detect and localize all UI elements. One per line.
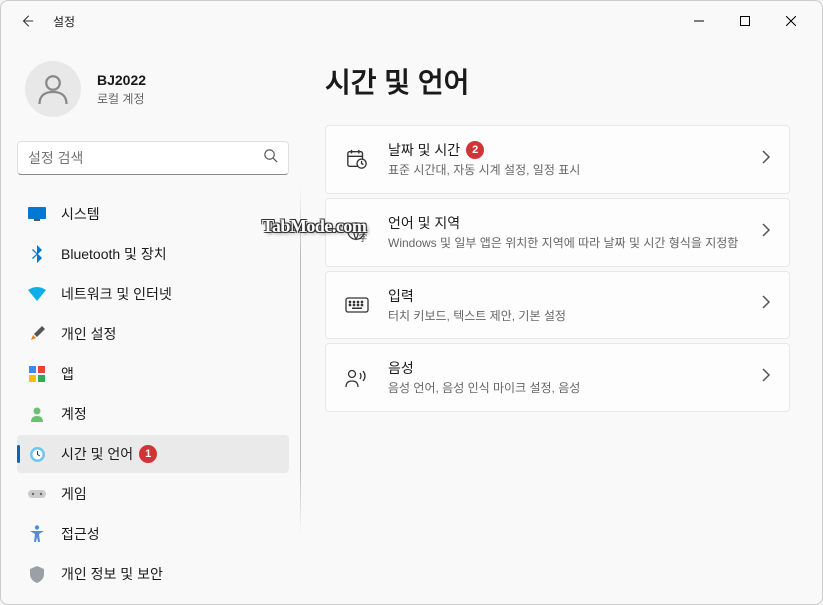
close-icon (786, 16, 796, 26)
back-button[interactable] (9, 3, 45, 39)
nav-item-time-language[interactable]: 시간 및 언어 1 (17, 435, 289, 473)
bluetooth-icon (27, 244, 47, 264)
card-desc: 표준 시간대, 자동 시계 설정, 일정 표시 (388, 162, 749, 179)
nav-label: 네트워크 및 인터넷 (61, 284, 172, 304)
nav-label: Bluetooth 및 장치 (61, 244, 167, 264)
card-language-region[interactable]: 字 언어 및 지역 Windows 및 일부 앱은 위치한 지역에 따라 날짜 … (325, 198, 790, 267)
nav-label: 개인 설정 (61, 324, 116, 344)
nav-label: 개인 정보 및 보안 (61, 564, 163, 584)
speech-icon (344, 368, 370, 388)
badge-red: 1 (139, 445, 157, 463)
nav-item-gaming[interactable]: 게임 (17, 475, 289, 513)
person-icon (35, 71, 71, 107)
nav-label: 계정 (61, 404, 87, 424)
date-time-icon (344, 148, 370, 170)
chevron-right-icon (761, 368, 771, 387)
nav-label: 게임 (61, 484, 87, 504)
accessibility-icon (27, 524, 47, 544)
nav-list: 시스템 Bluetooth 및 장치 네트워크 및 인터넷 개인 설정 앱 (17, 195, 289, 593)
nav-item-system[interactable]: 시스템 (17, 195, 289, 233)
app-title: 설정 (53, 13, 75, 30)
nav-item-network[interactable]: 네트워크 및 인터넷 (17, 275, 289, 313)
chevron-right-icon (761, 150, 771, 169)
nav-item-privacy[interactable]: 개인 정보 및 보안 (17, 555, 289, 593)
chevron-right-icon (761, 295, 771, 314)
user-account-type: 로컬 계정 (97, 90, 146, 107)
nav-item-apps[interactable]: 앱 (17, 355, 289, 393)
nav-item-bluetooth[interactable]: Bluetooth 및 장치 (17, 235, 289, 273)
card-typing[interactable]: 입력 터치 키보드, 텍스트 제안, 기본 설정 (325, 271, 790, 340)
card-title: 날짜 및 시간 (388, 140, 460, 160)
nav-label: 시간 및 언어 (61, 444, 133, 464)
avatar (25, 61, 81, 117)
nav-item-accessibility[interactable]: 접근성 (17, 515, 289, 553)
card-desc: 음성 언어, 음성 인식 마이크 설정, 음성 (388, 380, 749, 397)
main-content: 시간 및 언어 날짜 및 시간 2 표준 시간대, 자동 시계 설정, 일정 표… (301, 41, 822, 604)
svg-text:字: 字 (359, 233, 367, 243)
card-date-time[interactable]: 날짜 및 시간 2 표준 시간대, 자동 시계 설정, 일정 표시 (325, 125, 790, 194)
apps-icon (27, 364, 47, 384)
card-title: 음성 (388, 358, 749, 378)
sidebar-divider (300, 186, 301, 536)
search-icon (263, 148, 278, 168)
card-desc: Windows 및 일부 앱은 위치한 지역에 따라 날짜 및 시간 형식을 지… (388, 235, 749, 252)
wifi-icon (27, 284, 47, 304)
card-desc: 터치 키보드, 텍스트 제안, 기본 설정 (388, 308, 749, 325)
minimize-icon (694, 16, 704, 26)
user-block[interactable]: BJ2022 로컬 계정 (17, 41, 289, 141)
badge-red: 2 (466, 141, 484, 159)
chevron-right-icon (761, 223, 771, 242)
globe-language-icon: 字 (344, 221, 370, 243)
user-name: BJ2022 (97, 72, 146, 88)
nav-label: 시스템 (61, 204, 100, 224)
nav-label: 접근성 (61, 524, 100, 544)
close-button[interactable] (768, 5, 814, 37)
sidebar: BJ2022 로컬 계정 시스템 Bluetooth 및 장치 (1, 41, 301, 604)
system-icon (27, 204, 47, 224)
page-title: 시간 및 언어 (325, 61, 790, 101)
card-title: 입력 (388, 286, 749, 306)
card-list: 날짜 및 시간 2 표준 시간대, 자동 시계 설정, 일정 표시 字 언어 및… (325, 125, 790, 412)
titlebar: 설정 (1, 1, 822, 41)
gaming-icon (27, 484, 47, 504)
back-arrow-icon (20, 14, 34, 28)
maximize-icon (740, 16, 750, 26)
clock-globe-icon (27, 444, 47, 464)
minimize-button[interactable] (676, 5, 722, 37)
settings-window: 설정 BJ2022 로컬 계정 (0, 0, 823, 605)
window-controls (676, 5, 814, 37)
nav-item-personalization[interactable]: 개인 설정 (17, 315, 289, 353)
search-box[interactable] (17, 141, 289, 175)
nav-label: 앱 (61, 364, 74, 384)
card-title: 언어 및 지역 (388, 213, 749, 233)
keyboard-icon (344, 297, 370, 313)
maximize-button[interactable] (722, 5, 768, 37)
card-speech[interactable]: 음성 음성 언어, 음성 인식 마이크 설정, 음성 (325, 343, 790, 412)
brush-icon (27, 324, 47, 344)
search-input[interactable] (28, 150, 263, 166)
account-icon (27, 404, 47, 424)
shield-icon (27, 564, 47, 584)
nav-item-accounts[interactable]: 계정 (17, 395, 289, 433)
